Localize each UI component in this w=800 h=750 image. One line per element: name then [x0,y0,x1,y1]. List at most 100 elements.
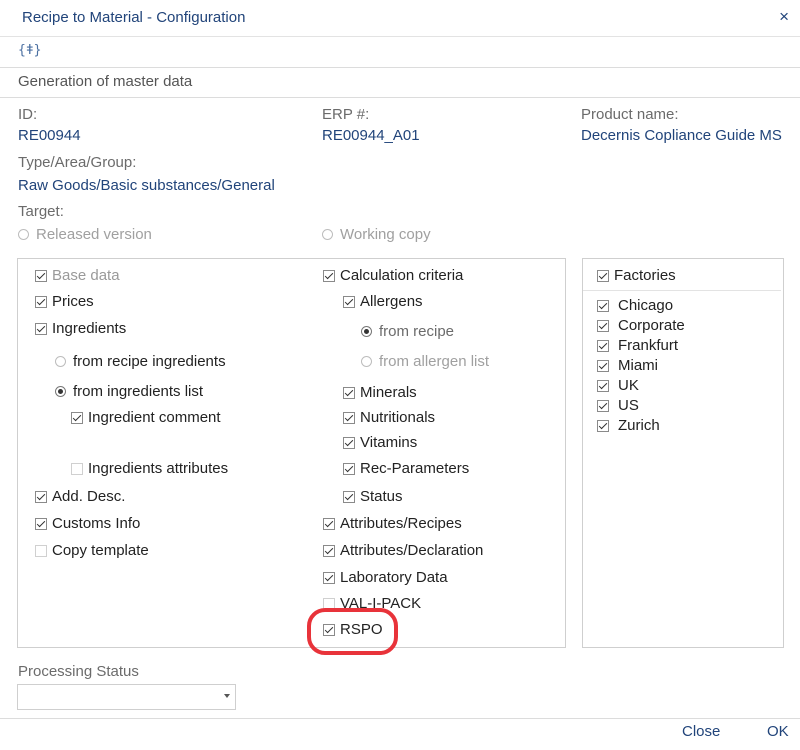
from-ingredients-list-radio[interactable]: from ingredients list [55,383,203,400]
factory-label: Miami [618,357,658,374]
checkbox-icon [323,269,335,282]
calculation-criteria-checkbox[interactable]: Calculation criteria [323,267,463,284]
copy-template-checkbox[interactable]: Copy template [35,542,149,559]
attributes-declaration-checkbox[interactable]: Attributes/Declaration [323,542,483,559]
checkbox-icon [35,295,47,308]
vitamins-checkbox[interactable]: Vitamins [343,434,417,451]
from-recipe-label: from recipe [379,323,455,340]
ingredients-checkbox[interactable]: Ingredients [35,320,126,337]
factory-label: UK [618,377,639,394]
checkbox-icon [35,544,47,557]
copy-template-label: Copy template [52,542,149,559]
base-data-checkbox[interactable]: Base data [35,267,120,284]
divider [0,97,800,98]
checkbox-icon [71,411,83,424]
checkbox-icon [597,359,609,372]
factory-label: US [618,397,639,414]
checkbox-icon [343,462,355,475]
from-ingredients-list-label: from ingredients list [73,383,204,400]
checkbox-icon [343,436,355,449]
customs-info-label: Customs Info [52,515,141,532]
ingredients-attributes-checkbox[interactable]: Ingredients attributes [71,460,228,477]
rec-parameters-checkbox[interactable]: Rec-Parameters [343,460,469,477]
target-label: Target: [18,203,64,220]
radio-icon [55,356,66,367]
nutritionals-checkbox[interactable]: Nutritionals [343,409,435,426]
factory-label: Corporate [618,317,685,334]
factories-checkbox[interactable]: Factories [597,267,676,284]
from-recipe-radio[interactable]: from recipe [361,323,454,340]
allergens-checkbox[interactable]: Allergens [343,293,423,310]
erp-label: ERP #: [322,106,370,123]
checkbox-icon [323,571,335,584]
checkbox-icon [35,490,47,503]
checkbox-icon [343,295,355,308]
attributes-recipes-checkbox[interactable]: Attributes/Recipes [323,515,462,532]
factory-item[interactable]: Chicago [597,297,673,314]
factory-item[interactable]: Zurich [597,417,660,434]
close-icon[interactable]: × [779,7,789,27]
attributes-recipes-label: Attributes/Recipes [340,515,462,532]
from-recipe-ingredients-radio[interactable]: from recipe ingredients [55,353,226,370]
ingredient-comment-checkbox[interactable]: Ingredient comment [71,409,221,426]
caret-down-icon [224,694,230,698]
id-value: RE00944 [18,127,81,144]
allergens-label: Allergens [360,293,423,310]
target-working-label: Working copy [340,226,431,243]
rec-parameters-label: Rec-Parameters [360,460,470,477]
checkbox-icon [35,269,47,282]
ingredient-comment-label: Ingredient comment [88,409,221,426]
ok-button[interactable]: OK [767,723,789,740]
checkbox-icon [35,322,47,335]
factory-item[interactable]: Frankfurt [597,337,678,354]
prices-checkbox[interactable]: Prices [35,293,94,310]
target-working-radio[interactable]: Working copy [322,226,431,243]
checkbox-icon [597,319,609,332]
options-panel [17,258,566,648]
from-allergen-list-label: from allergen list [379,353,490,370]
ingredients-label: Ingredients [52,320,127,337]
attributes-declaration-label: Attributes/Declaration [340,542,484,559]
from-allergen-list-radio[interactable]: from allergen list [361,353,489,370]
checkbox-icon [597,379,609,392]
minerals-checkbox[interactable]: Minerals [343,384,417,401]
radio-selected-icon [361,326,372,337]
divider [583,290,781,291]
checkbox-icon [71,462,83,475]
add-desc-checkbox[interactable]: Add. Desc. [35,488,125,505]
radio-selected-icon [55,386,66,397]
radio-icon [361,356,372,367]
laboratory-data-checkbox[interactable]: Laboratory Data [323,569,448,586]
ingredients-attributes-label: Ingredients attributes [88,460,229,477]
checkbox-icon [35,517,47,530]
toolbar: {ǂ} [0,37,800,68]
code-brackets-icon[interactable]: {ǂ} [18,43,41,58]
calculation-criteria-label: Calculation criteria [340,267,464,284]
processing-status-label: Processing Status [18,663,139,680]
factory-label: Zurich [618,417,660,434]
checkbox-icon [597,419,609,432]
processing-status-select[interactable] [17,684,236,710]
target-released-radio[interactable]: Released version [18,226,152,243]
checkbox-icon [597,399,609,412]
factory-item[interactable]: Miami [597,357,658,374]
factory-item[interactable]: Corporate [597,317,685,334]
vitamins-label: Vitamins [360,434,418,451]
factory-item[interactable]: US [597,397,639,414]
window-title: Recipe to Material - Configuration [22,9,246,26]
factory-label: Chicago [618,297,674,314]
customs-info-checkbox[interactable]: Customs Info [35,515,140,532]
product-name-value: Decernis Copliance Guide MS [581,127,782,144]
target-released-label: Released version [36,226,152,243]
id-label: ID: [18,106,38,123]
status-checkbox[interactable]: Status [343,488,403,505]
checkbox-icon [597,269,609,282]
checkbox-icon [597,299,609,312]
laboratory-data-label: Laboratory Data [340,569,448,586]
minerals-label: Minerals [360,384,417,401]
checkbox-icon [343,411,355,424]
factories-header-label: Factories [614,267,676,284]
factory-item[interactable]: UK [597,377,639,394]
title-bar: Recipe to Material - Configuration × [0,0,800,37]
close-button[interactable]: Close [682,723,720,740]
